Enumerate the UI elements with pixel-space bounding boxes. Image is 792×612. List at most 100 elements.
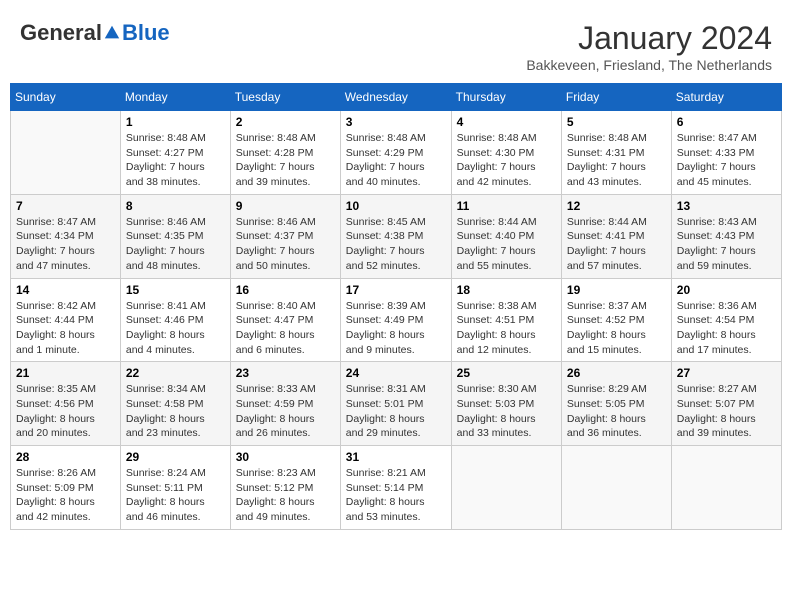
day-number: 28 [16, 450, 115, 464]
calendar-cell: 28 Sunrise: 8:26 AMSunset: 5:09 PMDayligh… [11, 446, 121, 530]
day-number: 21 [16, 366, 115, 380]
day-number: 14 [16, 283, 115, 297]
day-info: Sunrise: 8:48 AMSunset: 4:29 PMDaylight:… [346, 131, 446, 190]
day-of-week-header: Friday [561, 84, 671, 111]
calendar-cell [561, 446, 671, 530]
day-info: Sunrise: 8:48 AMSunset: 4:27 PMDaylight:… [126, 131, 225, 190]
calendar-table: SundayMondayTuesdayWednesdayThursdayFrid… [10, 83, 782, 530]
calendar-cell: 22 Sunrise: 8:34 AMSunset: 4:58 PMDayligh… [120, 362, 230, 446]
day-number: 20 [677, 283, 776, 297]
day-number: 26 [567, 366, 666, 380]
calendar-header-row: SundayMondayTuesdayWednesdayThursdayFrid… [11, 84, 782, 111]
day-info: Sunrise: 8:35 AMSunset: 4:56 PMDaylight:… [16, 382, 115, 441]
logo-blue-text: Blue [122, 20, 170, 46]
day-number: 22 [126, 366, 225, 380]
calendar-cell: 27Sunrise: 8:27 AMSunset: 5:07 PMDayligh… [671, 362, 781, 446]
calendar-cell: 20 Sunrise: 8:36 AMSunset: 4:54 PMDayligh… [671, 278, 781, 362]
calendar-cell: 1 Sunrise: 8:48 AMSunset: 4:27 PMDaylight… [120, 111, 230, 195]
day-number: 18 [457, 283, 556, 297]
calendar-cell: 25Sunrise: 8:30 AMSunset: 5:03 PMDayligh… [451, 362, 561, 446]
calendar-cell: 3 Sunrise: 8:48 AMSunset: 4:29 PMDaylight… [340, 111, 451, 195]
day-info: Sunrise: 8:44 AMSunset: 4:40 PMDaylight:… [457, 215, 556, 274]
day-number: 10 [346, 199, 446, 213]
day-number: 13 [677, 199, 776, 213]
calendar-cell: 19 Sunrise: 8:37 AMSunset: 4:52 PMDayligh… [561, 278, 671, 362]
calendar-cell: 23Sunrise: 8:33 AMSunset: 4:59 PMDayligh… [230, 362, 340, 446]
day-number: 29 [126, 450, 225, 464]
day-of-week-header: Monday [120, 84, 230, 111]
day-number: 30 [236, 450, 335, 464]
calendar-cell: 29 Sunrise: 8:24 AMSunset: 5:11 PMDayligh… [120, 446, 230, 530]
calendar-cell: 30 Sunrise: 8:23 AMSunset: 5:12 PMDayligh… [230, 446, 340, 530]
day-info: Sunrise: 8:26 AMSunset: 5:09 PMDaylight:… [16, 466, 115, 525]
calendar-cell: 8 Sunrise: 8:46 AMSunset: 4:35 PMDaylight… [120, 194, 230, 278]
day-number: 19 [567, 283, 666, 297]
day-of-week-header: Saturday [671, 84, 781, 111]
day-of-week-header: Sunday [11, 84, 121, 111]
day-number: 17 [346, 283, 446, 297]
day-number: 15 [126, 283, 225, 297]
day-info: Sunrise: 8:29 AMSunset: 5:05 PMDaylight:… [567, 382, 666, 441]
calendar-week-row: 28 Sunrise: 8:26 AMSunset: 5:09 PMDayligh… [11, 446, 782, 530]
page-header: General Blue January 2024 Bakkeveen, Fri… [10, 10, 782, 78]
day-info: Sunrise: 8:24 AMSunset: 5:11 PMDaylight:… [126, 466, 225, 525]
day-info: Sunrise: 8:45 AMSunset: 4:38 PMDaylight:… [346, 215, 446, 274]
day-info: Sunrise: 8:37 AMSunset: 4:52 PMDaylight:… [567, 299, 666, 358]
day-info: Sunrise: 8:46 AMSunset: 4:35 PMDaylight:… [126, 215, 225, 274]
calendar-cell: 9 Sunrise: 8:46 AMSunset: 4:37 PMDaylight… [230, 194, 340, 278]
day-number: 12 [567, 199, 666, 213]
calendar-cell: 17Sunrise: 8:39 AMSunset: 4:49 PMDayligh… [340, 278, 451, 362]
day-number: 8 [126, 199, 225, 213]
calendar-week-row: 7 Sunrise: 8:47 AMSunset: 4:34 PMDaylight… [11, 194, 782, 278]
calendar-cell: 26 Sunrise: 8:29 AMSunset: 5:05 PMDayligh… [561, 362, 671, 446]
calendar-cell: 12Sunrise: 8:44 AMSunset: 4:41 PMDayligh… [561, 194, 671, 278]
calendar-cell: 24 Sunrise: 8:31 AMSunset: 5:01 PMDayligh… [340, 362, 451, 446]
day-number: 9 [236, 199, 335, 213]
logo: General Blue [20, 20, 170, 46]
calendar-week-row: 1 Sunrise: 8:48 AMSunset: 4:27 PMDaylight… [11, 111, 782, 195]
day-info: Sunrise: 8:30 AMSunset: 5:03 PMDaylight:… [457, 382, 556, 441]
calendar-week-row: 21 Sunrise: 8:35 AMSunset: 4:56 PMDayligh… [11, 362, 782, 446]
day-info: Sunrise: 8:42 AMSunset: 4:44 PMDaylight:… [16, 299, 115, 358]
day-info: Sunrise: 8:40 AMSunset: 4:47 PMDaylight:… [236, 299, 335, 358]
day-info: Sunrise: 8:48 AMSunset: 4:31 PMDaylight:… [567, 131, 666, 190]
day-info: Sunrise: 8:36 AMSunset: 4:54 PMDaylight:… [677, 299, 776, 358]
calendar-cell: 6 Sunrise: 8:47 AMSunset: 4:33 PMDaylight… [671, 111, 781, 195]
day-of-week-header: Wednesday [340, 84, 451, 111]
day-info: Sunrise: 8:34 AMSunset: 4:58 PMDaylight:… [126, 382, 225, 441]
calendar-cell: 10 Sunrise: 8:45 AMSunset: 4:38 PMDayligh… [340, 194, 451, 278]
day-info: Sunrise: 8:46 AMSunset: 4:37 PMDaylight:… [236, 215, 335, 274]
day-number: 3 [346, 115, 446, 129]
day-number: 6 [677, 115, 776, 129]
calendar-cell [451, 446, 561, 530]
day-number: 4 [457, 115, 556, 129]
day-of-week-header: Thursday [451, 84, 561, 111]
day-number: 16 [236, 283, 335, 297]
calendar-cell [671, 446, 781, 530]
location-text: Bakkeveen, Friesland, The Netherlands [526, 57, 772, 73]
calendar-cell: 5Sunrise: 8:48 AMSunset: 4:31 PMDaylight… [561, 111, 671, 195]
day-info: Sunrise: 8:47 AMSunset: 4:33 PMDaylight:… [677, 131, 776, 190]
day-number: 24 [346, 366, 446, 380]
day-number: 2 [236, 115, 335, 129]
logo-general-text: General [20, 20, 102, 46]
calendar-cell: 18 Sunrise: 8:38 AMSunset: 4:51 PMDayligh… [451, 278, 561, 362]
day-info: Sunrise: 8:31 AMSunset: 5:01 PMDaylight:… [346, 382, 446, 441]
day-info: Sunrise: 8:47 AMSunset: 4:34 PMDaylight:… [16, 215, 115, 274]
calendar-cell: 13 Sunrise: 8:43 AMSunset: 4:43 PMDayligh… [671, 194, 781, 278]
day-info: Sunrise: 8:33 AMSunset: 4:59 PMDaylight:… [236, 382, 335, 441]
calendar-cell [11, 111, 121, 195]
day-info: Sunrise: 8:43 AMSunset: 4:43 PMDaylight:… [677, 215, 776, 274]
day-of-week-header: Tuesday [230, 84, 340, 111]
day-info: Sunrise: 8:38 AMSunset: 4:51 PMDaylight:… [457, 299, 556, 358]
day-number: 11 [457, 199, 556, 213]
calendar-cell: 11 Sunrise: 8:44 AMSunset: 4:40 PMDayligh… [451, 194, 561, 278]
title-block: January 2024 Bakkeveen, Friesland, The N… [526, 20, 772, 73]
calendar-cell: 15Sunrise: 8:41 AMSunset: 4:46 PMDayligh… [120, 278, 230, 362]
day-info: Sunrise: 8:21 AMSunset: 5:14 PMDaylight:… [346, 466, 446, 525]
day-number: 1 [126, 115, 225, 129]
day-info: Sunrise: 8:23 AMSunset: 5:12 PMDaylight:… [236, 466, 335, 525]
day-info: Sunrise: 8:48 AMSunset: 4:28 PMDaylight:… [236, 131, 335, 190]
logo-icon [103, 24, 121, 42]
day-number: 7 [16, 199, 115, 213]
